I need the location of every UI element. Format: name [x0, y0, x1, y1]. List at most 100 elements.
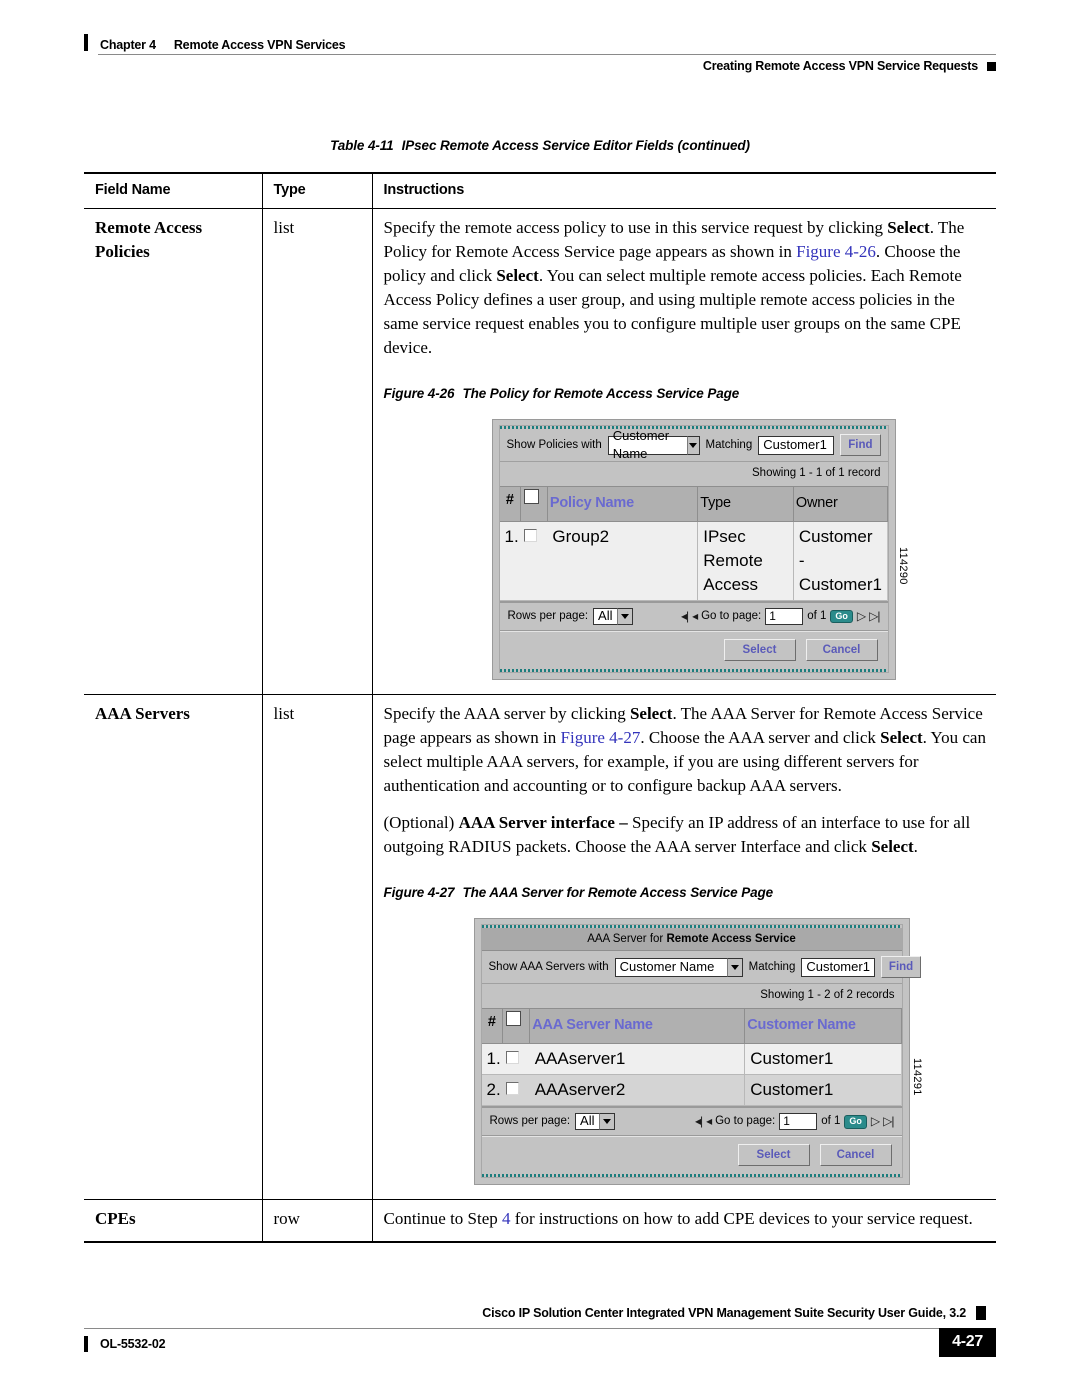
- row-select-cell[interactable]: [520, 521, 548, 602]
- policy-filter-select[interactable]: Customer Name: [607, 428, 688, 461]
- figure-27-caption-number: Figure 4-27: [383, 885, 455, 901]
- aaa-record-count: Showing 1 - 2 of 2 records: [481, 984, 902, 1009]
- goto-page-label: Go to page:: [715, 1115, 776, 1128]
- dialog-title-bold: Remote Access Service: [666, 933, 796, 946]
- row-select-cell[interactable]: [502, 1043, 530, 1076]
- cancel-button[interactable]: Cancel: [819, 1144, 892, 1167]
- row-select-cell[interactable]: [502, 1074, 530, 1107]
- policy-table-header-row: # Policy Name Type Owner: [499, 486, 888, 523]
- goto-page-label: Go to page:: [701, 610, 762, 623]
- find-button[interactable]: Find: [880, 956, 922, 979]
- cell-aaa-server-name: AAAserver2: [529, 1074, 746, 1107]
- field-type-remote-access-policies: list: [261, 208, 372, 696]
- previous-page-icon[interactable]: ◂: [692, 608, 698, 625]
- footer-marker-square: [976, 1306, 986, 1320]
- rows-per-page-select[interactable]: All: [575, 1113, 599, 1131]
- col-header-policy-name[interactable]: Policy Name: [547, 486, 699, 523]
- text-seg: Specify the remote access policy to use …: [383, 218, 888, 238]
- last-page-icon[interactable]: ▷|: [883, 1113, 894, 1130]
- rows-per-page-select[interactable]: All: [593, 608, 617, 626]
- section-title: Creating Remote Access VPN Service Reque…: [702, 59, 978, 73]
- show-policies-label: Show Policies with: [506, 439, 602, 452]
- cell-owner: Customer - Customer1: [793, 521, 887, 602]
- col-header-type: Type: [697, 486, 794, 523]
- running-head: Chapter 4 Remote Access VPN Services Cre…: [84, 32, 996, 78]
- aaa-table-row: 1. AAAserver1 Customer1: [481, 1043, 901, 1076]
- text-seg: .: [913, 837, 918, 857]
- select-all-checkbox[interactable]: [524, 488, 540, 504]
- bold-select: Select: [880, 728, 923, 748]
- row-index: 1.: [499, 521, 521, 602]
- figure-27-caption-title: The AAA Server for Remote Access Service…: [462, 885, 774, 901]
- row-index: 1.: [481, 1043, 503, 1076]
- figure-26-wrapper: Show Policies with Customer Name Matchin…: [491, 419, 909, 681]
- first-page-icon[interactable]: ◂|: [681, 608, 689, 625]
- rows-per-page-label: Rows per page:: [507, 610, 589, 623]
- select-button[interactable]: Select: [737, 1144, 810, 1167]
- policy-results-table: # Policy Name Type Owner 1. Group2 IPsec…: [499, 486, 888, 602]
- table-header-row: Field Name Type Instructions: [84, 172, 996, 210]
- row-index: 2.: [481, 1074, 503, 1107]
- policy-select-dialog: Show Policies with Customer Name Matchin…: [498, 425, 889, 674]
- col-header-type: Type: [261, 172, 372, 210]
- field-type-aaa-servers: list: [261, 694, 372, 1201]
- select-button[interactable]: Select: [723, 639, 796, 662]
- last-page-icon[interactable]: ▷|: [869, 608, 880, 625]
- next-page-icon[interactable]: ▷: [857, 608, 866, 625]
- cell-policy-name: Group2: [547, 521, 699, 602]
- bottom-dashed-rule: [499, 669, 888, 673]
- chevron-down-icon[interactable]: [687, 435, 700, 455]
- xref-figure-4-26[interactable]: Figure 4-26: [796, 242, 876, 261]
- total-pages-label: of 1: [807, 610, 827, 623]
- row-checkbox[interactable]: [505, 1051, 519, 1065]
- figure-26-caption-title: The Policy for Remote Access Service Pag…: [462, 386, 740, 402]
- dialog-title-prefix: AAA Server for: [587, 933, 667, 946]
- text-seg: (Optional): [383, 813, 459, 833]
- running-head-right: Creating Remote Access VPN Service Reque…: [703, 59, 996, 73]
- aaa-search-input[interactable]: Customer1: [801, 957, 875, 977]
- previous-page-icon[interactable]: ◂: [706, 1113, 712, 1130]
- aaa-filter-select[interactable]: Customer Name: [614, 957, 727, 977]
- row-checkbox[interactable]: [523, 529, 537, 543]
- col-header-select-all[interactable]: [520, 486, 548, 523]
- page-number-input[interactable]: 1: [779, 1113, 818, 1131]
- col-header-select-all[interactable]: [502, 1008, 531, 1045]
- col-header-instructions: Instructions: [371, 172, 996, 210]
- row-checkbox[interactable]: [505, 1082, 519, 1096]
- col-header-aaa-server-name[interactable]: AAA Server Name: [529, 1008, 746, 1045]
- policy-search-input[interactable]: Customer1: [758, 435, 835, 455]
- footer-divider: [84, 1328, 996, 1329]
- bold-aaa-server-interface: AAA Server interface –: [458, 813, 628, 833]
- page-number-input[interactable]: 1: [765, 608, 804, 626]
- go-button[interactable]: Go: [844, 1114, 867, 1129]
- bold-select: Select: [871, 837, 914, 857]
- go-button[interactable]: Go: [830, 609, 853, 624]
- next-page-icon[interactable]: ▷: [871, 1113, 880, 1130]
- section-marker-square: [987, 61, 996, 71]
- col-header-field-name: Field Name: [84, 172, 262, 210]
- dialog-title: AAA Server for Remote Access Service: [481, 928, 902, 952]
- find-button[interactable]: Find: [840, 434, 881, 457]
- first-page-icon[interactable]: ◂|: [695, 1113, 703, 1130]
- xref-figure-4-27[interactable]: Figure 4-27: [561, 728, 641, 747]
- bold-select: Select: [629, 704, 673, 724]
- bottom-dashed-rule: [481, 1174, 902, 1178]
- instruction-paragraph: Specify the AAA server by clicking Selec…: [384, 702, 988, 798]
- cancel-button[interactable]: Cancel: [805, 639, 878, 662]
- field-instructions-remote-access-policies: Specify the remote access policy to use …: [371, 208, 996, 696]
- col-header-index: #: [481, 1008, 504, 1045]
- aaa-results-table: # AAA Server Name Customer Name 1. AAAse…: [481, 1008, 902, 1107]
- col-header-owner: Owner: [793, 486, 888, 523]
- running-head-divider: [98, 54, 996, 55]
- show-aaa-servers-label: Show AAA Servers with: [488, 961, 609, 974]
- select-all-checkbox[interactable]: [506, 1010, 522, 1026]
- footer-left: OL-5532-02: [84, 1336, 166, 1352]
- chevron-down-icon[interactable]: [598, 1113, 615, 1131]
- rows-per-page-label: Rows per page:: [489, 1115, 571, 1128]
- chevron-down-icon[interactable]: [616, 608, 633, 626]
- col-header-customer-name[interactable]: Customer Name: [744, 1008, 902, 1045]
- instruction-paragraph-optional: (Optional) AAA Server interface – Specif…: [384, 811, 988, 859]
- total-pages-label: of 1: [821, 1115, 841, 1128]
- xref-step-4[interactable]: 4: [502, 1209, 511, 1228]
- chevron-down-icon[interactable]: [726, 957, 743, 977]
